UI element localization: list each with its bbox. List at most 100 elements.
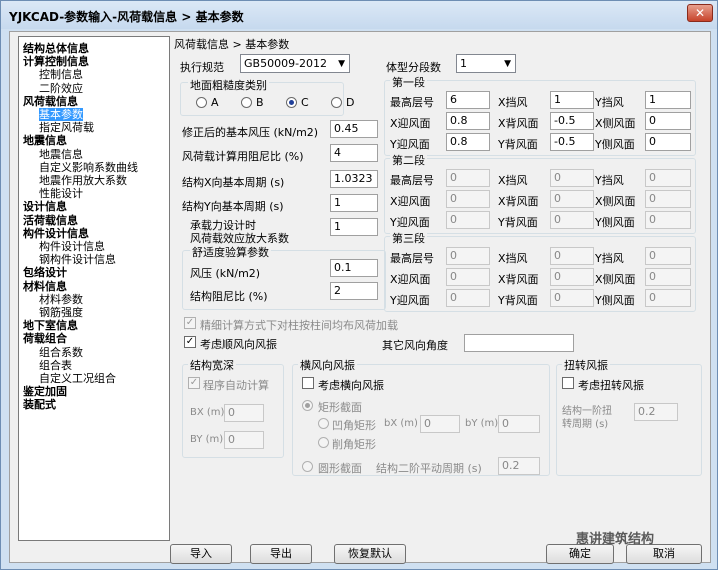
segment-input-top[interactable]: 0	[446, 247, 490, 265]
segment-input-ys[interactable]: 0	[645, 133, 691, 151]
segment-input-yb[interactable]: 0	[550, 211, 594, 229]
segment-input-yw[interactable]: 0	[446, 289, 490, 307]
segment-input-top[interactable]: 0	[446, 169, 490, 187]
restore-default-button[interactable]: 恢复默认	[334, 544, 406, 564]
param-input[interactable]: 1.0323	[330, 170, 378, 188]
tree-item[interactable]: 活荷载信息	[23, 214, 78, 227]
tree-item[interactable]: 设计信息	[23, 200, 67, 213]
segment-input-yd[interactable]: 0	[645, 247, 691, 265]
close-button[interactable]: ✕	[687, 4, 713, 22]
segment-input-xb[interactable]: -0.5	[550, 112, 594, 130]
along-wind-checkbox[interactable]: ✓	[184, 336, 196, 348]
window-title: YJKCAD-参数输入-风荷载信息 > 基本参数	[9, 10, 244, 24]
breadcrumb: 风荷载信息 > 基本参数	[174, 38, 290, 51]
other-angle-label: 其它风向角度	[382, 339, 448, 352]
roughness-radio-b[interactable]	[241, 97, 252, 108]
comfort-wind-input[interactable]: 0.1	[330, 259, 378, 277]
tree-item[interactable]: 材料参数	[39, 293, 83, 306]
tree-item[interactable]: 构件设计信息	[23, 227, 89, 240]
rect-radio[interactable]	[302, 400, 313, 411]
segment-field-label: Y侧风面	[595, 294, 635, 307]
tree-item[interactable]: 计算控制信息	[23, 55, 89, 68]
segment-input-xb[interactable]: 0	[550, 190, 594, 208]
cancel-button[interactable]: 取消	[626, 544, 702, 564]
segment-input-xb[interactable]: 0	[550, 268, 594, 286]
roughness-radio-d[interactable]	[331, 97, 342, 108]
auto-calc-checkbox[interactable]: ✓	[188, 377, 200, 389]
tree-item[interactable]: 自定义工况组合	[39, 372, 116, 385]
cw-bx-input[interactable]: 0	[420, 415, 460, 433]
tree-item[interactable]: 荷载组合	[23, 332, 67, 345]
concave-radio[interactable]	[318, 418, 329, 429]
segment-input-xw[interactable]: 0	[446, 190, 490, 208]
category-tree[interactable]: 结构总体信息 计算控制信息 控制信息 二阶效应 风荷载信息 基本参数 指定风荷载 地震信息 地震…	[18, 36, 170, 541]
segments-select[interactable]: 1 ▼	[456, 54, 516, 73]
param-input[interactable]: 1	[330, 218, 378, 236]
circle-radio[interactable]	[302, 461, 313, 472]
tree-item[interactable]: 二阶效应	[39, 82, 83, 95]
spec-value: GB50009-2012	[244, 57, 328, 70]
segment-input-top[interactable]: 6	[446, 91, 490, 109]
segment-input-yb[interactable]: 0	[550, 289, 594, 307]
param-input[interactable]: 1	[330, 194, 378, 212]
spec-select[interactable]: GB50009-2012 ▼	[240, 54, 350, 73]
tree-item[interactable]: 地震作用放大系数	[39, 174, 127, 187]
segment-input-ys[interactable]: 0	[645, 289, 691, 307]
tree-item[interactable]: 装配式	[23, 398, 56, 411]
segment-input-yw[interactable]: 0.8	[446, 133, 490, 151]
tree-item[interactable]: 控制信息	[39, 68, 83, 81]
export-button[interactable]: 导出	[250, 544, 312, 564]
tree-item[interactable]: 结构总体信息	[23, 42, 89, 55]
ok-button[interactable]: 确定	[546, 544, 614, 564]
segment-input-yd[interactable]: 0	[645, 169, 691, 187]
segment-input-xw[interactable]: 0	[446, 268, 490, 286]
segment-input-yd[interactable]: 1	[645, 91, 691, 109]
tree-item[interactable]: 材料信息	[23, 280, 67, 293]
tree-item[interactable]: 指定风荷载	[39, 121, 94, 134]
torsion-period-input[interactable]: 0.2	[634, 403, 678, 421]
segment-input-yb[interactable]: -0.5	[550, 133, 594, 151]
by-input[interactable]: 0	[224, 431, 264, 449]
segment-input-ys[interactable]: 0	[645, 211, 691, 229]
segment-input-xd[interactable]: 1	[550, 91, 594, 109]
tree-item[interactable]: 性能设计	[39, 187, 83, 200]
segment-input-xd[interactable]: 0	[550, 247, 594, 265]
segment-input-xs[interactable]: 0	[645, 268, 691, 286]
segment-field-label: Y背风面	[498, 138, 538, 151]
tree-item[interactable]: 包络设计	[23, 266, 67, 279]
segment-input-xs[interactable]: 0	[645, 190, 691, 208]
tree-item[interactable]: 地震信息	[39, 148, 83, 161]
tree-item[interactable]: 组合系数	[39, 346, 83, 359]
crosswind-checkbox[interactable]	[302, 377, 314, 389]
refined-checkbox[interactable]: ✓	[184, 317, 196, 329]
torsion-checkbox[interactable]	[562, 377, 574, 389]
roughness-radio-a[interactable]	[196, 97, 207, 108]
segment-field-label: 最高层号	[390, 252, 434, 265]
param-input[interactable]: 0.45	[330, 120, 378, 138]
segment-field-label: X侧风面	[595, 273, 636, 286]
tree-item[interactable]: 地震信息	[23, 134, 67, 147]
tree-item[interactable]: 地下室信息	[23, 319, 78, 332]
segment-input-xs[interactable]: 0	[645, 112, 691, 130]
param-input[interactable]: 4	[330, 144, 378, 162]
chamfer-radio[interactable]	[318, 437, 329, 448]
segment-input-xw[interactable]: 0.8	[446, 112, 490, 130]
cw-period-input[interactable]: 0.2	[498, 457, 540, 475]
tree-item[interactable]: 组合表	[39, 359, 72, 372]
segment-input-xd[interactable]: 0	[550, 169, 594, 187]
cw-by-input[interactable]: 0	[498, 415, 540, 433]
tree-item[interactable]: 钢构件设计信息	[39, 253, 116, 266]
segment-input-yw[interactable]: 0	[446, 211, 490, 229]
tree-item[interactable]: 基本参数	[39, 108, 83, 121]
bx-input[interactable]: 0	[224, 404, 264, 422]
tree-item[interactable]: 风荷载信息	[23, 95, 78, 108]
roughness-radio-c[interactable]	[286, 97, 297, 108]
segments-label: 体型分段数	[386, 61, 441, 74]
import-button[interactable]: 导入	[170, 544, 232, 564]
tree-item[interactable]: 自定义影响系数曲线	[39, 161, 138, 174]
tree-item[interactable]: 鉴定加固	[23, 385, 67, 398]
tree-item[interactable]: 钢筋强度	[39, 306, 83, 319]
tree-item[interactable]: 构件设计信息	[39, 240, 105, 253]
other-angle-input[interactable]	[464, 334, 574, 352]
comfort-damp-input[interactable]: 2	[330, 282, 378, 300]
